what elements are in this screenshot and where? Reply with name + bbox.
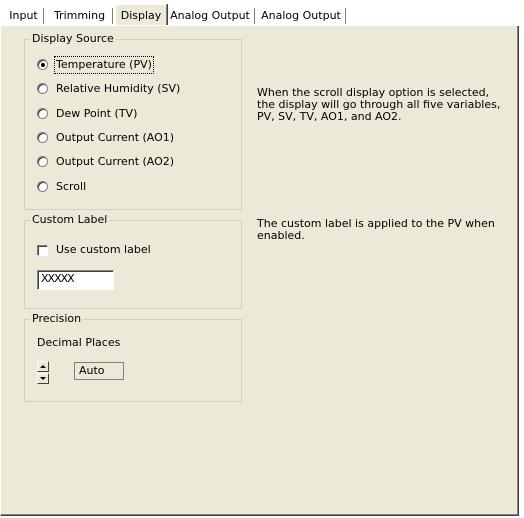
- tab-analog-output-2[interactable]: Analog Output 2: [258, 7, 346, 40]
- radio-label: Output Current (AO2): [56, 155, 175, 168]
- radio-label: Output Current (AO1): [56, 131, 175, 144]
- custom-label-group: Custom Label Use custom label XXXXX: [24, 213, 242, 309]
- radio-button[interactable]: [37, 83, 48, 94]
- tab-strip: Input Trimming Display Analog Output 1 A…: [0, 0, 524, 40]
- radio-button[interactable]: [37, 132, 48, 143]
- decimal-places-down-button[interactable]: [37, 373, 49, 384]
- radio-button[interactable]: [37, 59, 48, 70]
- radio-relative-humidity-sv[interactable]: Relative Humidity (SV): [37, 81, 227, 97]
- decimal-places-up-button[interactable]: [37, 361, 49, 372]
- tab-display[interactable]: Display: [115, 4, 167, 27]
- arrow-down-icon: [40, 377, 46, 380]
- radio-output-current-ao2[interactable]: Output Current (AO2): [37, 154, 227, 170]
- decimal-places-value: Auto: [74, 362, 124, 380]
- precision-title: Precision: [30, 312, 84, 326]
- display-tab-panel: Display Source Temperature (PV) Relative…: [0, 26, 519, 516]
- radio-output-current-ao1[interactable]: Output Current (AO1): [37, 130, 227, 146]
- radio-dew-point-tv[interactable]: Dew Point (TV): [37, 106, 227, 122]
- radio-button[interactable]: [37, 181, 48, 192]
- display-source-group: Display Source Temperature (PV) Relative…: [24, 32, 242, 210]
- tab-analog-output-1[interactable]: Analog Output 1: [167, 7, 255, 40]
- use-custom-label-checkbox[interactable]: [37, 245, 48, 256]
- radio-label: Temperature (PV): [54, 56, 154, 74]
- radio-label: Scroll: [56, 180, 87, 193]
- radio-label: Relative Humidity (SV): [56, 82, 181, 95]
- custom-label-title: Custom Label: [30, 213, 110, 227]
- radio-scroll[interactable]: Scroll: [37, 179, 227, 195]
- use-custom-label-text: Use custom label: [56, 243, 151, 256]
- custom-label-input[interactable]: XXXXX: [37, 270, 114, 290]
- decimal-places-label: Decimal Places: [37, 336, 121, 349]
- custom-label-note: The custom label is applied to the PV wh…: [257, 217, 495, 242]
- arrow-up-icon: [40, 365, 46, 368]
- tab-trimming[interactable]: Trimming: [48, 7, 113, 25]
- tab-input[interactable]: Input: [5, 7, 44, 25]
- radio-label: Dew Point (TV): [56, 107, 138, 120]
- radio-button[interactable]: [37, 108, 48, 119]
- display-source-title: Display Source: [30, 32, 116, 46]
- radio-button[interactable]: [37, 156, 48, 167]
- precision-group: Precision Decimal Places Auto: [24, 312, 242, 402]
- radio-temperature-pv[interactable]: Temperature (PV): [37, 56, 227, 74]
- display-source-note: When the scroll display option is select…: [257, 86, 501, 123]
